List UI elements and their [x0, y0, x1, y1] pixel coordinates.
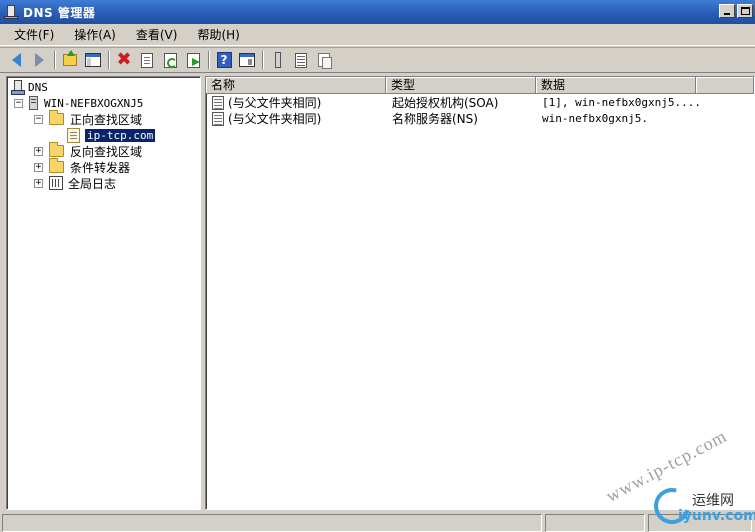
delete-x-icon: ✖ [116, 49, 132, 70]
back-arrow-icon [11, 53, 21, 67]
menu-action[interactable]: 操作(A) [68, 24, 122, 45]
watermark-brand: 运维网 [692, 493, 734, 509]
server-button[interactable] [268, 50, 288, 70]
export-icon [186, 52, 200, 68]
copy-button[interactable] [314, 50, 334, 70]
list-icon [295, 52, 307, 68]
maximize-button[interactable] [737, 4, 753, 18]
dns-app-icon [4, 5, 18, 19]
column-header-type[interactable]: 类型 [386, 77, 536, 94]
cell-name: (与父文件夹相同) [228, 112, 322, 126]
tree-item-reverse-lookup-zones[interactable]: + 反向查找区域 [34, 142, 143, 159]
folder-icon [49, 158, 64, 173]
event-log-icon [49, 176, 63, 190]
table-row[interactable]: (与父文件夹相同) 起始授权机构(SOA) [1], win-nefbx0gxn… [210, 95, 750, 111]
toolbar-separator [108, 51, 110, 69]
console-tree-icon [85, 53, 101, 67]
tree-item-zone-ip-tcp[interactable]: ip-tcp.com [67, 127, 156, 143]
cell-type: 起始授权机构(SOA) [392, 96, 499, 110]
properties-icon [141, 52, 153, 68]
table-row[interactable]: (与父文件夹相同) 名称服务器(NS) win-nefbx0gxnj5. [210, 111, 750, 127]
window-controls [719, 4, 753, 18]
status-panel-main [2, 514, 542, 532]
title-bar: DNS 管理器 [0, 0, 755, 24]
help-icon: ? [216, 52, 232, 68]
toolbar-separator [54, 51, 56, 69]
server-icon [29, 96, 38, 110]
tree-item-label: DNS [28, 80, 48, 94]
cell-name: (与父文件夹相同) [228, 96, 322, 110]
column-header-data[interactable]: 数据 [536, 77, 696, 94]
tree-item-forward-lookup-zones[interactable]: − 正向查找区域 [34, 110, 143, 127]
forward-button[interactable] [29, 50, 49, 70]
tree-item-label: WIN-NEFBXOGXNJ5 [44, 96, 144, 110]
column-header-filler [696, 77, 754, 94]
cell-data: win-nefbx0gxnj5. [542, 112, 648, 125]
folder-up-icon [63, 50, 77, 66]
action-pane-icon [239, 53, 255, 67]
show-hide-console-tree-button[interactable] [83, 50, 103, 70]
expand-icon[interactable]: + [34, 162, 43, 172]
copy-icon [318, 53, 332, 69]
folder-icon [49, 110, 64, 125]
expand-icon[interactable]: + [34, 146, 43, 156]
dns-icon [11, 80, 25, 95]
status-bar [0, 512, 755, 532]
minimize-icon [724, 13, 730, 15]
watermark-domain: iyunv.com [678, 508, 755, 524]
status-panel-secondary [545, 514, 645, 532]
cell-type: 名称服务器(NS) [392, 112, 478, 126]
expand-icon[interactable]: + [34, 178, 43, 188]
tree-item-conditional-forwarders[interactable]: + 条件转发器 [34, 158, 131, 175]
server-icon [275, 52, 281, 68]
tree-item-label: 全局日志 [68, 176, 117, 191]
cell-data: [1], win-nefbx0gxnj5.... [542, 96, 701, 109]
tree-item-label: 反向查找区域 [70, 144, 143, 159]
collapse-icon[interactable]: − [34, 114, 43, 124]
record-icon [212, 96, 224, 110]
menu-view[interactable]: 查看(V) [130, 24, 184, 45]
up-level-button[interactable] [60, 50, 80, 70]
tree-item-label: ip-tcp.com [85, 128, 156, 142]
show-action-pane-button[interactable] [237, 50, 257, 70]
column-header-name[interactable]: 名称 [206, 77, 386, 94]
tree-item-global-logs[interactable]: + 全局日志 [34, 175, 116, 191]
toolbar-separator [208, 51, 210, 69]
menu-bar: 文件(F) 操作(A) 查看(V) 帮助(H) [0, 24, 755, 46]
zone-file-icon [67, 127, 80, 143]
toolbar-separator [262, 51, 264, 69]
forward-arrow-icon [34, 53, 44, 67]
refresh-button[interactable] [160, 50, 180, 70]
delete-button[interactable]: ✖ [114, 50, 134, 70]
menu-help[interactable]: 帮助(H) [191, 24, 245, 45]
folder-icon [49, 142, 64, 157]
help-button[interactable]: ? [214, 50, 234, 70]
menu-file[interactable]: 文件(F) [8, 24, 60, 45]
properties-button[interactable] [137, 50, 157, 70]
record-icon [212, 112, 224, 126]
window-title: DNS 管理器 [23, 5, 96, 20]
list-view-button[interactable] [291, 50, 311, 70]
tree-item-label: 条件转发器 [70, 160, 131, 175]
collapse-icon[interactable]: − [14, 98, 23, 108]
export-list-button[interactable] [183, 50, 203, 70]
records-list[interactable]: 名称 类型 数据 (与父文件夹相同) 起始授权机构(SOA) [1], win-… [205, 76, 755, 510]
tree-item-dns-root[interactable]: DNS [11, 79, 48, 95]
console-tree[interactable]: DNS − WIN-NEFBXOGXNJ5 − 正向查找区域 ip-tcp.co… [6, 76, 201, 510]
toolbar: ✖ ? [0, 47, 755, 73]
tree-item-label: 正向查找区域 [70, 112, 143, 127]
watermark-logo: 运维网 iyunv.com [647, 481, 755, 532]
minimize-button[interactable] [719, 4, 735, 18]
refresh-icon [163, 52, 177, 68]
back-button[interactable] [6, 50, 26, 70]
tree-item-server[interactable]: − WIN-NEFBXOGXNJ5 [14, 95, 143, 111]
maximize-icon [741, 7, 750, 15]
